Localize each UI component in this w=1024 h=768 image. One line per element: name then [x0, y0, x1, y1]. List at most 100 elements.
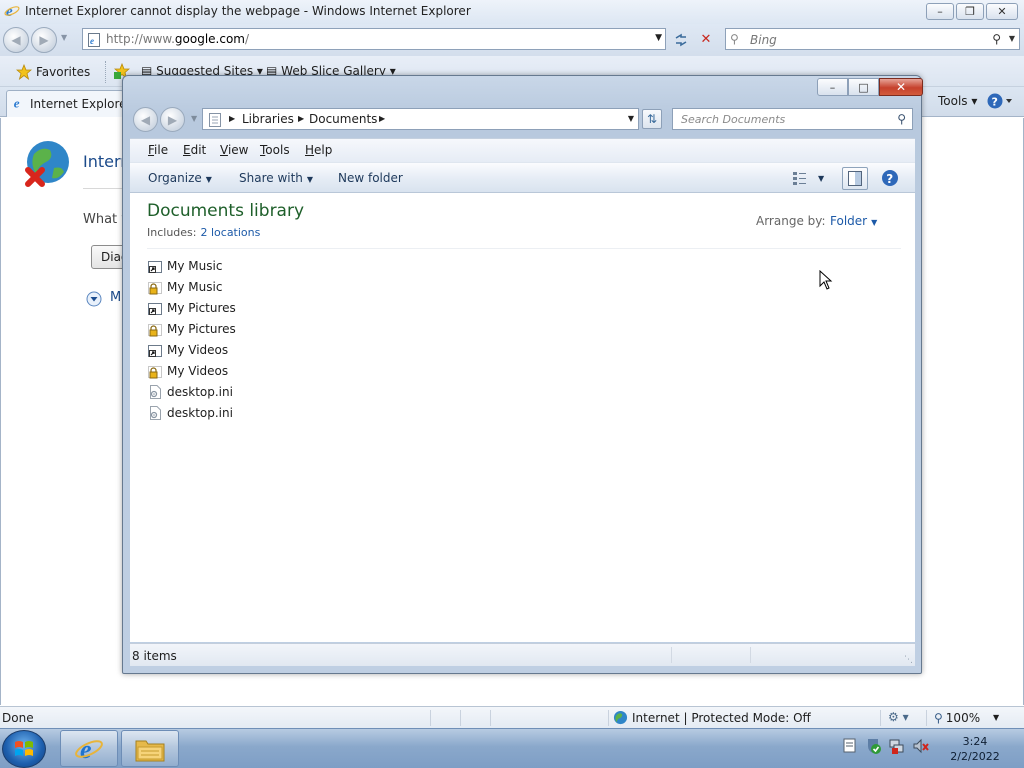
status-divider	[750, 647, 751, 663]
explorer-minimize-button[interactable]: –	[817, 78, 848, 96]
breadcrumb-arrow-icon[interactable]: ▶	[379, 114, 385, 123]
chevron-down-icon[interactable]	[86, 291, 102, 310]
status-divider	[880, 710, 881, 726]
recent-pages-dropdown-icon[interactable]: ▼	[61, 33, 67, 42]
list-item[interactable]: desktop.ini	[147, 382, 233, 402]
ie-navigation-bar: ◀ ▶ ▼ e http://www.google.com/ ▼ ✕ ⚲ Bin…	[0, 24, 1024, 56]
zoom-dropdown-icon[interactable]: ▼	[993, 713, 999, 722]
arrange-by-dropdown[interactable]: Folder ▼	[830, 214, 877, 228]
protected-mode-settings-icon[interactable]: ⚙ ▾	[888, 710, 909, 724]
start-button[interactable]	[2, 730, 46, 768]
search-icon[interactable]: ⚲	[897, 112, 906, 126]
status-divider	[608, 710, 609, 726]
favorites-button[interactable]: Favorites	[16, 64, 90, 80]
clock-date: 2/2/2022	[950, 750, 1000, 763]
security-zone[interactable]: Internet | Protected Mode: Off	[613, 710, 811, 725]
item-name: desktop.ini	[167, 385, 233, 399]
address-url[interactable]: http://www.google.com/	[106, 32, 249, 46]
help-button[interactable]: ?	[987, 92, 1015, 113]
address-dropdown-icon[interactable]: ▼	[655, 33, 662, 43]
taskbar-app-windows-explorer[interactable]	[121, 730, 179, 767]
view-options-dropdown-icon[interactable]: ▼	[818, 174, 824, 183]
organize-button[interactable]: Organize ▼	[148, 171, 212, 185]
explorer-help-button[interactable]: ?	[881, 169, 899, 190]
preview-pane-button[interactable]	[842, 167, 868, 190]
close-icon: ✕	[895, 80, 907, 94]
new-folder-button[interactable]: New folder	[338, 171, 403, 185]
tools-menu-button[interactable]: Tools ▾	[938, 94, 977, 108]
shortcut-icon	[147, 342, 163, 358]
action-center-icon[interactable]	[842, 737, 858, 758]
search-options-dropdown-icon[interactable]: ▼	[1009, 34, 1015, 43]
explorer-back-button[interactable]: ◀	[133, 107, 158, 132]
forward-arrow-icon: ▶	[167, 113, 178, 127]
menu-view[interactable]: View	[220, 143, 248, 157]
list-item[interactable]: My Pictures	[147, 319, 236, 339]
change-view-icon[interactable]	[792, 170, 808, 189]
back-arrow-icon: ◀	[140, 113, 151, 127]
taskbar-app-internet-explorer[interactable]: e	[60, 730, 118, 767]
globe-icon	[613, 710, 628, 725]
more-information-link[interactable]: M	[110, 290, 121, 305]
list-item[interactable]: My Music	[147, 256, 222, 276]
menu-help[interactable]: Help	[305, 143, 332, 157]
forward-button[interactable]: ▶	[31, 27, 57, 53]
list-item[interactable]: My Pictures	[147, 298, 236, 318]
breadcrumb-libraries[interactable]: Libraries	[242, 112, 294, 126]
restore-icon: ❐	[965, 5, 975, 18]
dropdown-arrow-icon: ▼	[205, 175, 212, 184]
explorer-caption-buttons: – □ ✕	[817, 78, 923, 96]
explorer-close-button[interactable]: ✕	[879, 78, 923, 96]
breadcrumb-arrow-icon[interactable]: ▶	[298, 114, 304, 123]
explorer-address-bar[interactable]: ▶ Libraries ▶ Documents ▶ ▼	[202, 108, 639, 130]
status-divider	[926, 710, 927, 726]
list-item[interactable]: My Music	[147, 277, 222, 297]
lock-icon	[147, 363, 163, 379]
back-button[interactable]: ◀	[3, 27, 29, 53]
shortcut-icon	[147, 300, 163, 316]
list-item[interactable]: My Videos	[147, 361, 228, 381]
arrange-by-label: Arrange by:	[756, 214, 826, 228]
volume-muted-icon[interactable]	[912, 737, 930, 758]
share-with-button[interactable]: Share with ▼	[239, 171, 313, 185]
status-text: Done	[2, 711, 34, 725]
search-icon[interactable]: ⚲	[992, 32, 1001, 46]
help-icon: ?	[987, 93, 1012, 109]
address-bar[interactable]: e http://www.google.com/ ▼	[82, 28, 666, 50]
address-history-dropdown-icon[interactable]: ▼	[628, 114, 634, 123]
menu-edit[interactable]: Edit	[183, 143, 206, 157]
clock-time: 3:24	[962, 735, 988, 748]
star-icon	[16, 64, 32, 80]
recent-locations-dropdown-icon[interactable]: ▼	[191, 114, 197, 123]
compatibility-view-button[interactable]	[671, 30, 691, 49]
close-button[interactable]: ✕	[986, 3, 1018, 20]
explorer-forward-button[interactable]: ▶	[160, 107, 185, 132]
system-clock[interactable]: 3:24 2/2/2022	[946, 734, 1004, 764]
divider	[147, 248, 901, 249]
item-name: My Music	[167, 259, 223, 273]
restore-button[interactable]: ❐	[956, 3, 984, 20]
resize-grip-icon[interactable]: ⋱	[904, 655, 913, 665]
menu-file[interactable]: File	[148, 143, 168, 157]
ie-titlebar[interactable]: e Internet Explorer cannot display the w…	[0, 0, 1024, 24]
tab-active[interactable]: e Internet Explorer c	[6, 90, 142, 117]
locations-link[interactable]: 2 locations	[200, 226, 260, 239]
security-shield-icon[interactable]	[864, 737, 882, 758]
status-divider	[460, 710, 461, 726]
zone-label: Internet | Protected Mode: Off	[632, 710, 811, 725]
zoom-level-button[interactable]: ⚲ 100%	[934, 711, 980, 725]
network-icon[interactable]	[888, 737, 906, 758]
minimize-button[interactable]: –	[926, 3, 954, 20]
breadcrumb-documents[interactable]: Documents	[309, 112, 377, 126]
breadcrumb-arrow-icon[interactable]: ▶	[229, 114, 235, 123]
refresh-button[interactable]: ⇅	[642, 109, 662, 129]
stop-button[interactable]: ✕	[696, 30, 716, 49]
menu-tools[interactable]: Tools	[260, 143, 290, 157]
error-globe-icon	[24, 140, 70, 191]
shortcut-icon	[147, 258, 163, 274]
explorer-search-input[interactable]: Search Documents ⚲	[672, 108, 913, 130]
list-item[interactable]: My Videos	[147, 340, 228, 360]
explorer-maximize-button[interactable]: □	[848, 78, 879, 96]
list-item[interactable]: desktop.ini	[147, 403, 233, 423]
search-box[interactable]: ⚲ Bing ⚲ ▼	[725, 28, 1020, 50]
